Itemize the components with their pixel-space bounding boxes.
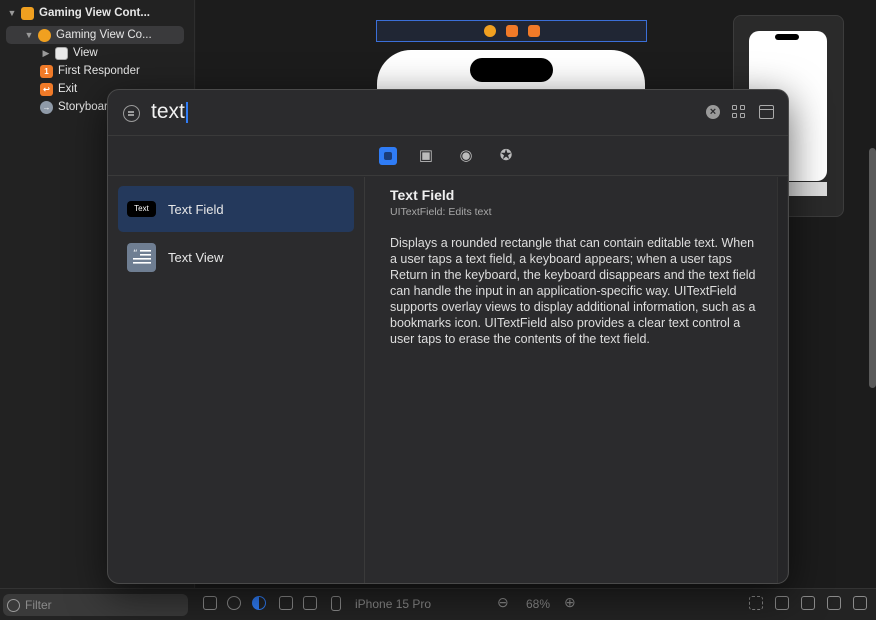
- clear-search-icon[interactable]: ×: [706, 105, 720, 119]
- detail-scrollbar[interactable]: [777, 177, 787, 583]
- outline-item-label: View: [73, 47, 98, 59]
- add-constraints-icon[interactable]: [801, 596, 815, 610]
- resolve-issues-icon[interactable]: [827, 596, 841, 610]
- outline-filter-field[interactable]: Filter: [3, 594, 188, 616]
- text-field-thumbnail-icon: Text: [127, 195, 156, 224]
- star-icon[interactable]: ✪: [497, 147, 515, 165]
- outline-item-label: Storyboar: [58, 101, 108, 113]
- svg-text:“: “: [133, 249, 138, 259]
- chevron-down-icon[interactable]: ▼: [6, 8, 18, 18]
- align-icon[interactable]: [775, 596, 789, 610]
- zoom-level: 68%: [526, 597, 551, 611]
- detail-subtitle: UITextField: Edits text: [390, 206, 492, 218]
- show-details-icon[interactable]: [759, 105, 774, 119]
- list-item-text-view[interactable]: “ Text View: [118, 234, 354, 280]
- device-icon[interactable]: [331, 596, 341, 611]
- grid-view-icon[interactable]: [732, 105, 746, 119]
- scene-dock[interactable]: [376, 20, 647, 42]
- objects-icon[interactable]: [379, 147, 397, 165]
- library-detail-pane: Text Field UITextField: Edits text Displ…: [380, 177, 787, 583]
- outline-item-scene[interactable]: ▼ Gaming View Cont...: [6, 4, 186, 22]
- outline-item-view[interactable]: ▶ View: [40, 44, 190, 62]
- toggle-outline-icon[interactable]: [203, 596, 217, 610]
- device-name[interactable]: iPhone 15 Pro: [355, 597, 431, 611]
- zoom-in-icon[interactable]: ⊕: [564, 594, 576, 611]
- xcode-window: ▼ Gaming View Cont... ▼ Gaming View Co..…: [0, 0, 876, 620]
- dynamic-island: [470, 58, 553, 82]
- outline-item-label: Exit: [58, 83, 78, 95]
- update-frames-icon[interactable]: [749, 596, 763, 610]
- scene-icon: [21, 6, 34, 20]
- view-controller-icon: [38, 28, 51, 42]
- chevron-down-icon[interactable]: ▼: [23, 30, 35, 40]
- outline-item-label: Gaming View Co...: [56, 29, 152, 41]
- library-tabs: ▣ ◉ ✪: [108, 136, 788, 176]
- outline-item-view-controller[interactable]: ▼ Gaming View Co...: [6, 26, 184, 44]
- list-item-label: Text View: [168, 249, 224, 265]
- orientation-icon[interactable]: [279, 596, 293, 610]
- first-responder-icon: 1: [40, 64, 53, 78]
- search-query-text: text: [151, 100, 185, 123]
- list-item-text-field[interactable]: Text Text Field: [118, 186, 354, 232]
- minimap-island: [775, 34, 799, 40]
- palette-icon[interactable]: ◉: [457, 147, 475, 165]
- first-responder-icon[interactable]: [505, 25, 518, 37]
- detail-title: Text Field: [390, 187, 455, 203]
- outline-item-label: Gaming View Cont...: [39, 7, 150, 19]
- filter-icon: [7, 598, 20, 612]
- thumb-text: Text: [127, 201, 156, 217]
- view-controller-icon[interactable]: [483, 25, 496, 37]
- list-item-label: Text Field: [168, 201, 224, 217]
- text-view-thumbnail-icon: “: [127, 242, 156, 272]
- canvas-scrollbar[interactable]: [869, 148, 876, 388]
- library-search-input[interactable]: text: [151, 100, 188, 124]
- outline-item-label: First Responder: [58, 65, 140, 77]
- exit-icon[interactable]: [527, 25, 540, 37]
- filter-placeholder: Filter: [25, 598, 52, 612]
- outline-item-first-responder[interactable]: 1 First Responder: [37, 62, 192, 80]
- text-caret: [185, 101, 188, 123]
- zoom-out-icon[interactable]: ⊖: [497, 594, 509, 611]
- exit-icon: ↩: [40, 82, 53, 96]
- library-search-bar: text ×: [108, 90, 788, 136]
- storyboard-entry-icon: →: [40, 100, 53, 114]
- filter-icon: [123, 105, 140, 122]
- embed-in-icon[interactable]: [853, 596, 867, 610]
- chevron-right-icon[interactable]: ▶: [40, 48, 52, 59]
- layout-guides-icon[interactable]: [303, 596, 317, 610]
- detail-description: Displays a rounded rectangle that can co…: [390, 236, 756, 346]
- library-popover: text × ▣ ◉ ✪ Text Text Field “ Text View: [107, 89, 789, 584]
- view-icon: [55, 46, 68, 60]
- image-icon[interactable]: ▣: [417, 147, 435, 165]
- bottom-toolbar: Filter iPhone 15 Pro ⊖ 68% ⊕: [0, 588, 876, 620]
- appearance-icon[interactable]: [252, 596, 266, 610]
- accessibility-icon[interactable]: [227, 596, 241, 610]
- library-results-list: Text Text Field “ Text View: [108, 177, 365, 583]
